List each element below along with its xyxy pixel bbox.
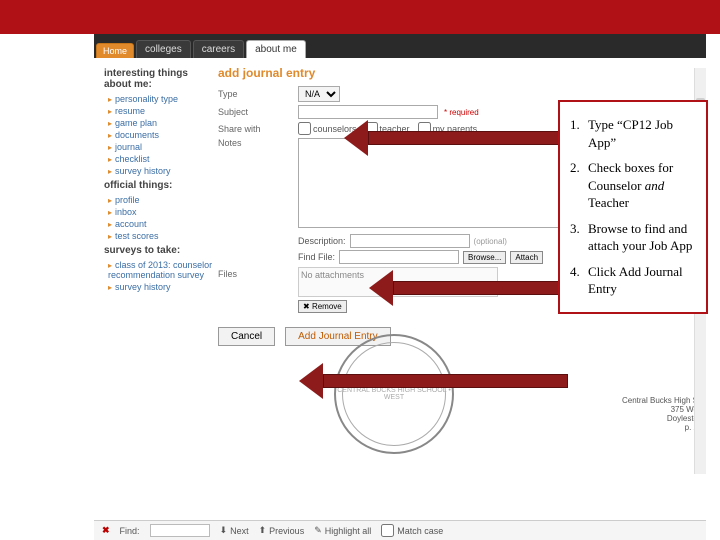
- required-text: * required: [444, 108, 479, 117]
- arrow-annotation-1: [345, 125, 568, 151]
- tab-home[interactable]: Home: [96, 43, 134, 58]
- find-next[interactable]: ⬇ Next: [220, 525, 249, 536]
- type-label: Type: [218, 89, 298, 99]
- sidebar: interesting things about me: personality…: [104, 64, 214, 348]
- findfile-label: Find File:: [298, 252, 335, 262]
- sidebar-item-personality[interactable]: personality type: [108, 94, 214, 104]
- sidebar-item-counselorsurvey[interactable]: class of 2013: counselor recommendation …: [108, 260, 214, 280]
- school-footer: Central Bucks High S 375 We Doylesto p. …: [622, 396, 698, 432]
- notes-label: Notes: [218, 138, 298, 148]
- find-prev[interactable]: ⬆ Previous: [259, 525, 305, 536]
- find-input[interactable]: [150, 524, 210, 537]
- school-seal: CENTRAL BUCKS HIGH SCHOOL • WEST: [334, 334, 454, 454]
- sidebar-item-testscores[interactable]: test scores: [108, 231, 214, 241]
- attach-button[interactable]: Attach: [510, 251, 543, 264]
- sidebar-item-account[interactable]: account: [108, 219, 214, 229]
- notes-textarea[interactable]: [298, 138, 598, 228]
- match-case-checkbox[interactable]: [381, 524, 394, 537]
- arrow-annotation-2: [370, 275, 568, 301]
- sidebar-item-journal[interactable]: journal: [108, 142, 214, 152]
- step-4: 4.Click Add Journal Entry: [570, 263, 696, 298]
- find-close-icon[interactable]: ✖: [102, 525, 110, 536]
- description-input[interactable]: [350, 234, 470, 248]
- find-bar: ✖ Find: ⬇ Next ⬆ Previous ✎ Highlight al…: [94, 520, 706, 540]
- step-2: 2.Check boxes for Counselor and Teacher: [570, 159, 696, 212]
- sidebar-item-surveyhistory2[interactable]: survey history: [108, 282, 214, 292]
- sidebar-heading-surveys: surveys to take:: [104, 245, 214, 256]
- description-label: Description:: [298, 236, 346, 246]
- match-case-label: Match case: [397, 526, 443, 536]
- sidebar-item-checklist[interactable]: checklist: [108, 154, 214, 164]
- cancel-button[interactable]: Cancel: [218, 327, 275, 346]
- step-1: 1.Type “CP12 Job App”: [570, 116, 696, 151]
- slide-red-banner: [0, 0, 720, 34]
- sidebar-item-surveyhistory[interactable]: survey history: [108, 166, 214, 176]
- remove-button[interactable]: ✖ Remove: [298, 300, 347, 313]
- arrow-annotation-3: [300, 368, 568, 394]
- optional-text: (optional): [474, 237, 507, 246]
- browse-button[interactable]: Browse...: [463, 251, 506, 264]
- sidebar-item-profile[interactable]: profile: [108, 195, 214, 205]
- step-3: 3.Browse to find and attach your Job App: [570, 220, 696, 255]
- sharewith-label: Share with: [218, 124, 298, 134]
- sidebar-item-documents[interactable]: documents: [108, 130, 214, 140]
- sidebar-item-inbox[interactable]: inbox: [108, 207, 214, 217]
- subject-input[interactable]: [298, 105, 438, 119]
- find-label: Find:: [120, 526, 140, 536]
- tab-colleges[interactable]: colleges: [136, 40, 191, 58]
- type-select[interactable]: N/A: [298, 86, 340, 102]
- file-path-input[interactable]: [339, 250, 459, 264]
- checkbox-counselors[interactable]: [298, 122, 311, 135]
- tab-careers[interactable]: careers: [193, 40, 244, 58]
- subject-label: Subject: [218, 107, 298, 117]
- tab-about-me[interactable]: about me: [246, 40, 306, 58]
- sidebar-heading-official: official things:: [104, 180, 214, 191]
- sidebar-heading-interesting: interesting things about me:: [104, 68, 214, 90]
- sidebar-item-resume[interactable]: resume: [108, 106, 214, 116]
- instruction-callout: 1.Type “CP12 Job App” 2.Check boxes for …: [558, 100, 708, 314]
- find-highlight[interactable]: ✎ Highlight all: [314, 525, 371, 536]
- form-title: add journal entry: [218, 66, 692, 80]
- sidebar-item-gameplan[interactable]: game plan: [108, 118, 214, 128]
- top-nav: Home colleges careers about me: [94, 34, 706, 58]
- files-label: Files: [218, 269, 298, 279]
